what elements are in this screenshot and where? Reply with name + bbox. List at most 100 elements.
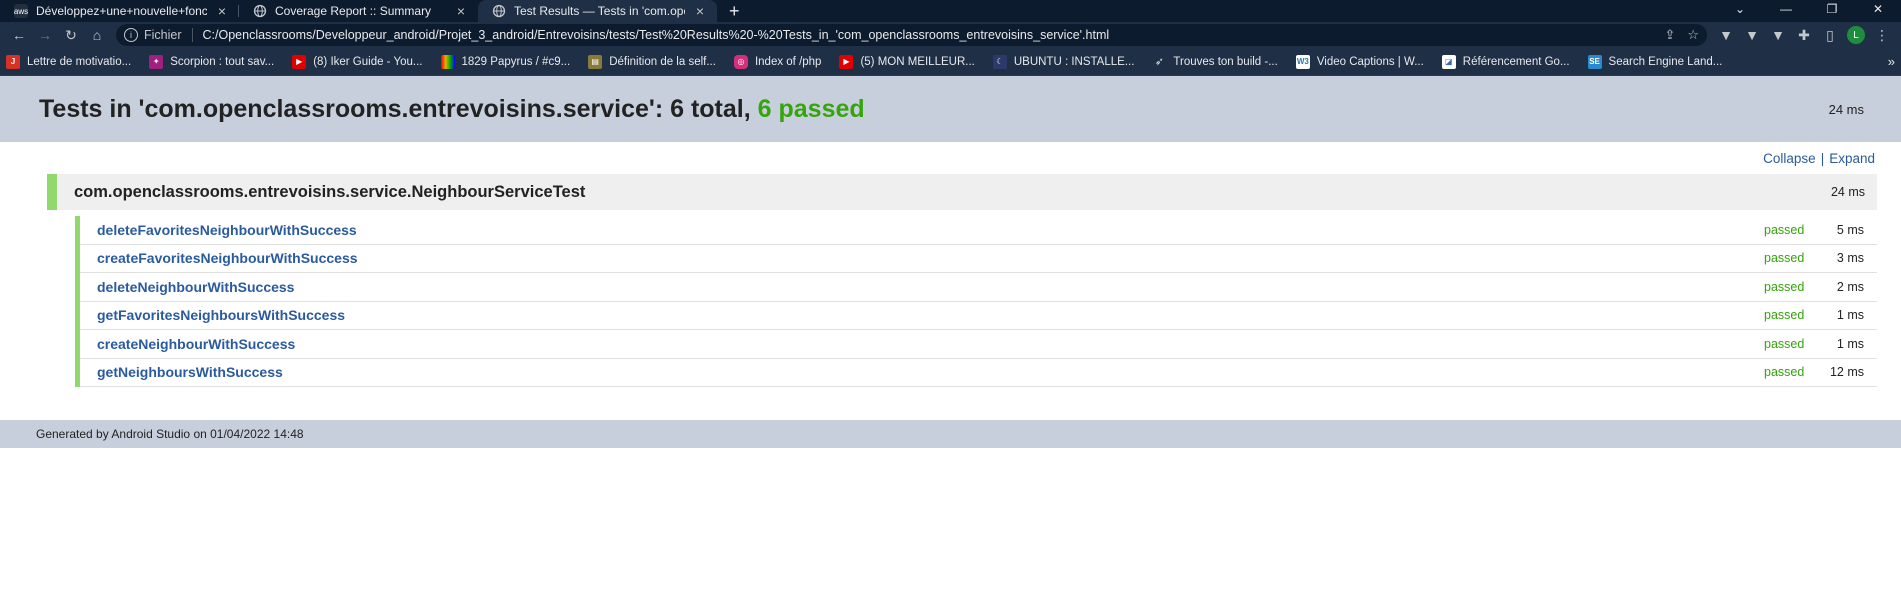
test-class-duration: 24 ms bbox=[1830, 185, 1865, 199]
test-row: getNeighboursWithSuccess passed 12 ms bbox=[80, 359, 1877, 387]
tab-title: Coverage Report :: Summary bbox=[275, 4, 432, 18]
bookmark-item[interactable]: W3 Video Captions | W... bbox=[1295, 54, 1424, 69]
book-icon: ▤ bbox=[588, 54, 603, 69]
test-status: passed bbox=[1764, 336, 1805, 351]
collapse-expand-links: Collapse | Expand bbox=[0, 142, 1901, 174]
minimize-icon[interactable]: — bbox=[1763, 0, 1809, 22]
test-status: passed bbox=[1764, 365, 1805, 380]
instagram-icon: ◎ bbox=[733, 54, 748, 69]
extension-icon[interactable]: ▼ bbox=[1739, 22, 1765, 48]
bookmark-label: (5) MON MEILLEUR... bbox=[860, 55, 975, 68]
bookmark-label: UBUNTU : INSTALLE... bbox=[1013, 55, 1135, 68]
tab-0[interactable]: aws Développez+une+nouvelle+fonc × bbox=[0, 0, 239, 22]
bookmark-label: Lettre de motivatio... bbox=[27, 55, 132, 68]
bookmark-label: Référencement Go... bbox=[1462, 55, 1570, 68]
close-icon[interactable]: × bbox=[454, 3, 468, 19]
back-icon[interactable]: ← bbox=[6, 22, 32, 48]
youtube-icon: ▶ bbox=[292, 54, 307, 69]
aws-icon: aws bbox=[14, 4, 28, 18]
globe-icon bbox=[492, 4, 506, 18]
tab-1[interactable]: Coverage Report :: Summary × bbox=[239, 0, 478, 22]
extension-icon[interactable]: ▼ bbox=[1765, 22, 1791, 48]
expand-link[interactable]: Expand bbox=[1829, 151, 1875, 166]
share-icon[interactable]: ⇪ bbox=[1664, 27, 1675, 43]
test-name-link[interactable]: getNeighboursWithSuccess bbox=[97, 364, 1764, 380]
tab-bar: aws Développez+une+nouvelle+fonc × Cover… bbox=[0, 0, 1901, 22]
tab-title: Développez+une+nouvelle+fonc bbox=[36, 4, 207, 18]
globe-icon bbox=[253, 4, 267, 18]
test-status: passed bbox=[1764, 222, 1805, 237]
moon-icon: ☾ bbox=[992, 54, 1007, 69]
test-row: deleteNeighbourWithSuccess passed 2 ms bbox=[80, 273, 1877, 302]
home-icon[interactable]: ⌂ bbox=[84, 22, 110, 48]
test-class-name[interactable]: com.openclassrooms.entrevoisins.service.… bbox=[74, 183, 1831, 202]
address-bar[interactable]: i Fichier C:/Openclassrooms/Developpeur_… bbox=[116, 24, 1707, 46]
test-name-link[interactable]: getFavoritesNeighboursWithSuccess bbox=[97, 307, 1764, 323]
puzzle-icon[interactable]: ✚ bbox=[1791, 22, 1817, 48]
bookmark-item[interactable]: 1829 Papyrus / #c9... bbox=[440, 54, 570, 69]
report-header: Tests in 'com.openclassrooms.entrevoisin… bbox=[0, 76, 1901, 142]
title-prefix: Tests in 'com.openclassrooms.entrevoisin… bbox=[39, 94, 758, 123]
bookmark-item[interactable]: ▤ Définition de la self... bbox=[588, 54, 716, 69]
bookmark-label: Scorpion : tout sav... bbox=[170, 55, 275, 68]
restore-icon[interactable]: ❐ bbox=[1809, 0, 1855, 22]
close-icon[interactable]: × bbox=[215, 3, 229, 19]
bookmark-label: Définition de la self... bbox=[609, 55, 716, 68]
test-row: deleteFavoritesNeighbourWithSuccess pass… bbox=[80, 216, 1877, 245]
close-icon[interactable]: × bbox=[693, 3, 707, 19]
test-class-row[interactable]: com.openclassrooms.entrevoisins.service.… bbox=[47, 174, 1877, 210]
url-text[interactable]: C:/Openclassrooms/Developpeur_android/Pr… bbox=[203, 28, 1653, 42]
bookmark-star-icon[interactable]: ☆ bbox=[1687, 27, 1699, 43]
w3-icon: W3 bbox=[1295, 54, 1310, 69]
test-row: createFavoritesNeighbourWithSuccess pass… bbox=[80, 245, 1877, 273]
test-name-link[interactable]: deleteNeighbourWithSuccess bbox=[97, 279, 1764, 295]
side-panel-icon[interactable]: ▯ bbox=[1817, 22, 1843, 48]
reload-icon[interactable]: ↻ bbox=[58, 22, 84, 48]
test-status: passed bbox=[1764, 251, 1805, 266]
test-list: deleteFavoritesNeighbourWithSuccess pass… bbox=[75, 216, 1877, 387]
test-duration: 3 ms bbox=[1836, 251, 1864, 266]
test-status: passed bbox=[1764, 308, 1805, 323]
scorpion-icon: ✦ bbox=[149, 54, 164, 69]
bookmark-item[interactable]: ◪ Référencement Go... bbox=[1441, 54, 1570, 69]
test-duration: 2 ms bbox=[1836, 279, 1864, 294]
bookmark-item[interactable]: ☾ UBUNTU : INSTALLE... bbox=[992, 54, 1135, 69]
test-name-link[interactable]: createNeighbourWithSuccess bbox=[97, 336, 1764, 352]
bookmark-item[interactable]: ◎ Index of /php bbox=[733, 54, 822, 69]
link-separator: | bbox=[1820, 150, 1825, 166]
window-controls: ⌄ — ❐ ✕ bbox=[1717, 0, 1901, 22]
report-footer: Generated by Android Studio on 01/04/202… bbox=[0, 420, 1901, 448]
info-icon[interactable]: i bbox=[124, 28, 138, 42]
bookmarks-overflow-icon[interactable]: » bbox=[1888, 54, 1895, 69]
title-passed: 6 passed bbox=[757, 94, 865, 123]
bookmark-item[interactable]: ▶ (8) Iker Guide - You... bbox=[292, 54, 423, 69]
bookmark-label: Video Captions | W... bbox=[1316, 55, 1424, 68]
bookmark-label: Trouves ton build -... bbox=[1173, 55, 1278, 68]
menu-icon[interactable]: ⋮ bbox=[1869, 22, 1895, 48]
bookmark-item[interactable]: SE Search Engine Land... bbox=[1587, 54, 1723, 69]
bookmark-item[interactable]: J Lettre de motivatio... bbox=[6, 54, 132, 69]
bookmark-item[interactable]: ✦ Scorpion : tout sav... bbox=[149, 54, 275, 69]
test-row: getFavoritesNeighboursWithSuccess passed… bbox=[80, 302, 1877, 330]
extension-icon[interactable]: ▼ bbox=[1713, 22, 1739, 48]
forward-icon[interactable]: → bbox=[32, 22, 58, 48]
total-duration: 24 ms bbox=[1828, 101, 1864, 117]
site-icon: ◪ bbox=[1441, 54, 1456, 69]
test-status: passed bbox=[1764, 279, 1805, 294]
url-scheme-label: Fichier bbox=[144, 28, 193, 42]
new-tab-button[interactable]: + bbox=[717, 0, 752, 22]
collapse-link[interactable]: Collapse bbox=[1763, 151, 1816, 166]
bookmark-item[interactable]: ▶ (5) MON MEILLEUR... bbox=[839, 54, 975, 69]
test-duration: 5 ms bbox=[1836, 222, 1864, 237]
avatar[interactable]: L bbox=[1847, 26, 1865, 44]
close-window-icon[interactable]: ✕ bbox=[1855, 0, 1901, 22]
sel-icon: SE bbox=[1587, 54, 1602, 69]
test-name-link[interactable]: deleteFavoritesNeighbourWithSuccess bbox=[97, 222, 1764, 238]
bookmark-label: Search Engine Land... bbox=[1608, 55, 1723, 68]
bookmark-item[interactable]: ➶ Trouves ton build -... bbox=[1152, 55, 1278, 69]
tab-2[interactable]: Test Results — Tests in 'com.oper × bbox=[478, 0, 717, 22]
test-duration: 1 ms bbox=[1836, 308, 1864, 323]
bookmark-label: Index of /php bbox=[754, 55, 822, 68]
tab-search-icon[interactable]: ⌄ bbox=[1717, 0, 1763, 22]
test-name-link[interactable]: createFavoritesNeighbourWithSuccess bbox=[97, 250, 1764, 266]
